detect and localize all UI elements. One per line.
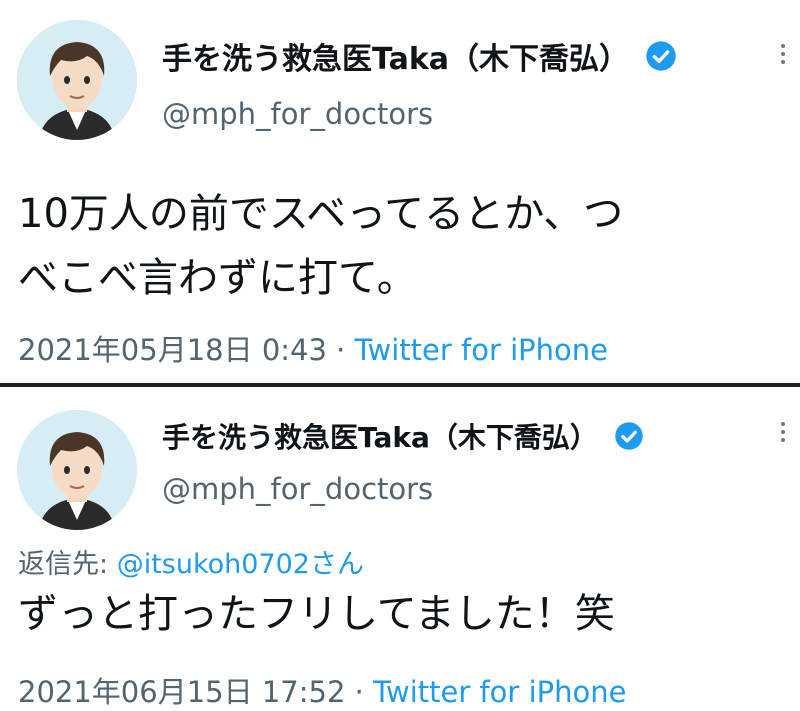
author-row: 手を洗う救急医Taka（木下喬弘） bbox=[162, 34, 677, 78]
avatar-illustration bbox=[17, 410, 137, 530]
tweet-text-line: べこべ言わずに打て。 bbox=[18, 255, 417, 301]
avatar[interactable] bbox=[17, 410, 137, 530]
tweet-source-link[interactable]: Twitter for iPhone bbox=[373, 675, 626, 709]
author-handle[interactable]: @mph_for_doctors bbox=[162, 472, 433, 506]
author-handle[interactable]: @mph_for_doctors bbox=[162, 97, 433, 131]
reply-label: 返信先: bbox=[18, 549, 109, 580]
tweet-text: 10万人の前でスベってるとか、つ べこべ言わずに打て。 bbox=[18, 182, 623, 310]
tweet-meta: 2021年05月18日 0:43 · Twitter for iPhone bbox=[18, 327, 608, 369]
tweet-text-line: ずっと打ったフリしてました！笑 bbox=[18, 591, 615, 637]
reply-to-link[interactable]: @itsukoh0702さん bbox=[117, 549, 364, 580]
avatar[interactable] bbox=[17, 20, 137, 140]
tweet-text-line: 10万人の前でスベってるとか、つ bbox=[18, 191, 624, 237]
tweet-timestamp[interactable]: 2021年06月15日 17:52 bbox=[18, 675, 345, 709]
reply-context: 返信先: @itsukoh0702さん bbox=[18, 542, 364, 581]
tweet-meta: 2021年06月15日 17:52 · Twitter for iPhone bbox=[18, 669, 626, 711]
tweet-timestamp[interactable]: 2021年05月18日 0:43 bbox=[18, 333, 327, 367]
tweet-2[interactable]: 手を洗う救急医Taka（木下喬弘） @mph_for_doctors 返信先: … bbox=[0, 392, 800, 711]
tweet-divider bbox=[0, 379, 800, 392]
author-name[interactable]: 手を洗う救急医Taka（木下喬弘） bbox=[162, 34, 629, 78]
more-options-icon[interactable] bbox=[776, 44, 790, 68]
avatar-illustration bbox=[17, 20, 137, 140]
tweet-1[interactable]: 手を洗う救急医Taka（木下喬弘） @mph_for_doctors 10万人の… bbox=[0, 0, 800, 380]
verified-badge-icon bbox=[614, 421, 644, 451]
author-name[interactable]: 手を洗う救急医Taka（木下喬弘） bbox=[162, 416, 598, 456]
meta-separator: · bbox=[354, 675, 364, 709]
tweet-source-link[interactable]: Twitter for iPhone bbox=[355, 333, 608, 367]
more-options-icon[interactable] bbox=[776, 422, 790, 446]
tweet-text: ずっと打ったフリしてました！笑 bbox=[18, 582, 615, 646]
meta-separator: · bbox=[336, 333, 346, 367]
author-row: 手を洗う救急医Taka（木下喬弘） bbox=[162, 416, 644, 456]
verified-badge-icon bbox=[645, 40, 677, 72]
